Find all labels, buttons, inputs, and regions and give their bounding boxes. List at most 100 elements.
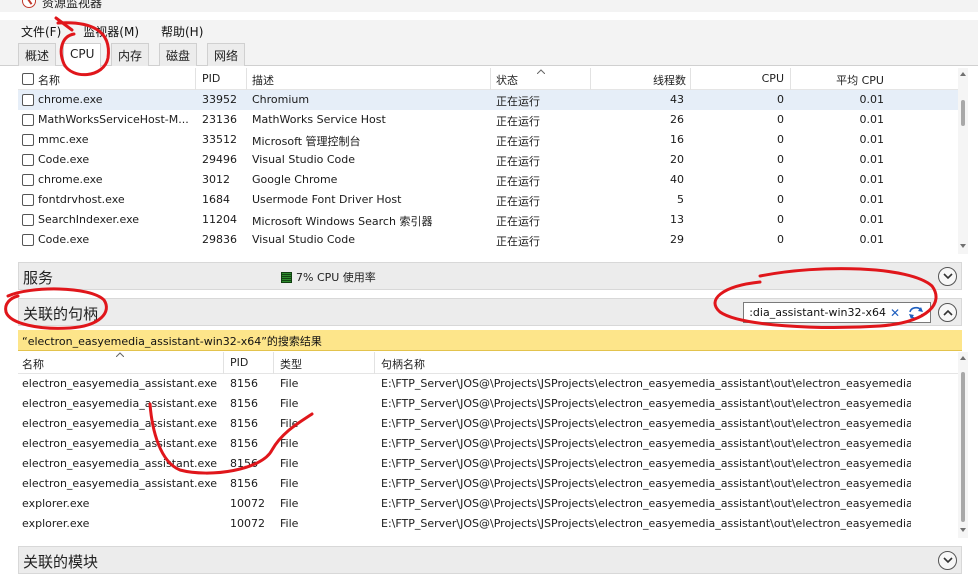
cpu-usage-indicator: 7% CPU 使用率 [281, 269, 376, 285]
handle-process-name: explorer.exe [22, 517, 90, 530]
handle-path: E:\FTP_Server\JOS@\Projects\JSProjects\e… [381, 497, 911, 510]
clear-search-icon[interactable]: ✕ [890, 306, 900, 320]
handle-pid: 10072 [230, 517, 265, 530]
scroll-thumb[interactable] [961, 100, 965, 126]
process-checkbox[interactable] [22, 174, 34, 186]
process-row[interactable]: Code.exe 29836 Visual Studio Code 正在运行 29 0 0.… [18, 230, 962, 250]
process-description: Chromium [252, 93, 310, 106]
col-threads[interactable]: 线程数 [596, 72, 686, 88]
process-status: 正在运行 [496, 235, 540, 248]
col-handle-path[interactable]: 句柄名称 [381, 356, 425, 372]
col-handle-pid[interactable]: PID [230, 356, 248, 369]
process-row[interactable]: Code.exe 29496 Visual Studio Code 正在运行 20 0 0.… [18, 150, 962, 170]
process-checkbox[interactable] [22, 134, 34, 146]
process-avg-cpu: 0.01 [859, 93, 885, 106]
process-checkbox[interactable] [22, 94, 34, 106]
col-status[interactable]: 状态 [496, 72, 518, 88]
process-avg-cpu: 0.01 [859, 113, 885, 126]
process-checkbox[interactable] [22, 114, 34, 126]
process-row[interactable]: mmc.exe 33512 Microsoft 管理控制台 正在运行 16 0 0.01 [18, 130, 962, 150]
modules-title: 关联的模块 [23, 553, 99, 571]
menu-monitor[interactable]: 监视器(M) [83, 20, 139, 40]
process-avg-cpu: 0.01 [859, 173, 885, 186]
services-title: 服务 [23, 269, 54, 287]
tab-cpu[interactable]: CPU [63, 43, 102, 67]
col-handle-name[interactable]: 名称 [22, 356, 44, 372]
process-row[interactable]: MathWorksServiceHost-M... 23136 MathWorks … [18, 110, 962, 130]
cpu-usage-text: 7% CPU 使用率 [296, 271, 376, 284]
handle-type: File [280, 517, 299, 530]
handle-row[interactable]: explorer.exe 10072 File E:\FTP_Server\JOS@\… [18, 514, 962, 534]
modules-expand-button[interactable] [938, 551, 957, 570]
col-handle-type[interactable]: 类型 [280, 356, 302, 372]
handle-pid: 8156 [230, 397, 258, 410]
handle-row[interactable]: electron_easyemedia_assistant.exe 8156 Fil… [18, 474, 962, 494]
col-avg-cpu[interactable]: 平均 CPU [796, 72, 884, 88]
tab-network[interactable]: 网络 [207, 43, 246, 66]
col-cpu[interactable]: CPU [696, 72, 784, 85]
services-section[interactable]: 服务 7% CPU 使用率 [18, 262, 962, 290]
process-table-header: 名称 PID 描述 状态 线程数 CPU 平均 CPU [18, 68, 962, 90]
handle-type: File [280, 417, 299, 430]
process-scrollbar[interactable] [958, 68, 968, 254]
process-pid: 33952 [202, 93, 237, 106]
handles-scrollbar[interactable] [958, 352, 968, 538]
col-pid[interactable]: PID [202, 72, 220, 85]
col-description[interactable]: 描述 [252, 72, 274, 88]
handle-row[interactable]: electron_easyemedia_assistant.exe 8156 Fil… [18, 454, 962, 474]
scroll-up-icon[interactable] [960, 72, 966, 76]
process-row[interactable]: chrome.exe 33952 Chromium 正在运行 43 0 0.01 [18, 90, 962, 110]
process-threads: 29 [670, 233, 684, 246]
process-status: 正在运行 [496, 115, 540, 128]
process-name: MathWorksServiceHost-M... [38, 113, 189, 126]
process-pid: 29496 [202, 153, 237, 166]
process-checkbox[interactable] [22, 154, 34, 166]
handles-section[interactable]: 关联的句柄 :dia_assistant-win32-x64 ✕ [18, 298, 962, 326]
process-row[interactable]: fontdrvhost.exe 1684 Usermode Font Driver … [18, 190, 962, 210]
process-row[interactable]: chrome.exe 3012 Google Chrome 正在运行 40 0 0.01 [18, 170, 962, 190]
title-bar: 资源监视器 [0, 0, 978, 12]
process-description: Microsoft 管理控制台 [252, 135, 361, 148]
handle-row[interactable]: explorer.exe 10072 File E:\FTP_Server\JOS@\… [18, 494, 962, 514]
handle-path: E:\FTP_Server\JOS@\Projects\JSProjects\e… [381, 417, 911, 430]
tab-overview[interactable]: 概述 [18, 43, 57, 66]
scroll-down-icon[interactable] [960, 244, 966, 248]
process-pid: 23136 [202, 113, 237, 126]
tab-bar: 概述 CPU 内存 磁盘 网络 [0, 40, 978, 67]
process-threads: 20 [670, 153, 684, 166]
handle-row[interactable]: electron_easyemedia_assistant.exe 8156 Fil… [18, 414, 962, 434]
menu-help[interactable]: 帮助(H) [161, 20, 203, 40]
refresh-icon[interactable] [908, 306, 924, 320]
process-avg-cpu: 0.01 [859, 233, 885, 246]
handle-process-name: electron_easyemedia_assistant.exe [22, 457, 218, 470]
process-threads: 40 [670, 173, 684, 186]
handle-row[interactable]: electron_easyemedia_assistant.exe 8156 Fil… [18, 374, 962, 394]
handles-search-input[interactable]: :dia_assistant-win32-x64 [746, 306, 886, 319]
handle-row[interactable]: electron_easyemedia_assistant.exe 8156 Fil… [18, 394, 962, 414]
sort-ascending-icon [537, 69, 545, 74]
handle-type: File [280, 477, 299, 490]
scroll-up-icon[interactable] [960, 356, 966, 360]
process-pid: 11204 [202, 213, 237, 226]
process-name: mmc.exe [38, 133, 89, 146]
process-threads: 26 [670, 113, 684, 126]
scroll-down-icon[interactable] [960, 528, 966, 532]
handles-search-box[interactable]: :dia_assistant-win32-x64 ✕ [743, 302, 931, 323]
menu-file[interactable]: 文件(F) [21, 20, 61, 40]
tab-memory[interactable]: 内存 [111, 43, 150, 66]
handles-collapse-button[interactable] [938, 303, 957, 322]
process-checkbox[interactable] [22, 214, 34, 226]
process-checkbox[interactable] [22, 194, 34, 206]
services-expand-button[interactable] [938, 267, 957, 286]
select-all-checkbox[interactable] [22, 73, 34, 85]
process-checkbox[interactable] [22, 234, 34, 246]
process-status: 正在运行 [496, 135, 540, 148]
col-name[interactable]: 名称 [38, 72, 60, 88]
handle-row[interactable]: electron_easyemedia_assistant.exe 8156 Fil… [18, 434, 962, 454]
process-row[interactable]: SearchIndexer.exe 11204 Microsoft Windows … [18, 210, 962, 230]
process-description: Microsoft Windows Search 索引器 [252, 215, 433, 228]
process-threads: 5 [677, 193, 684, 206]
tab-disk[interactable]: 磁盘 [159, 43, 198, 66]
modules-section[interactable]: 关联的模块 [18, 546, 962, 574]
scroll-thumb[interactable] [961, 372, 965, 522]
